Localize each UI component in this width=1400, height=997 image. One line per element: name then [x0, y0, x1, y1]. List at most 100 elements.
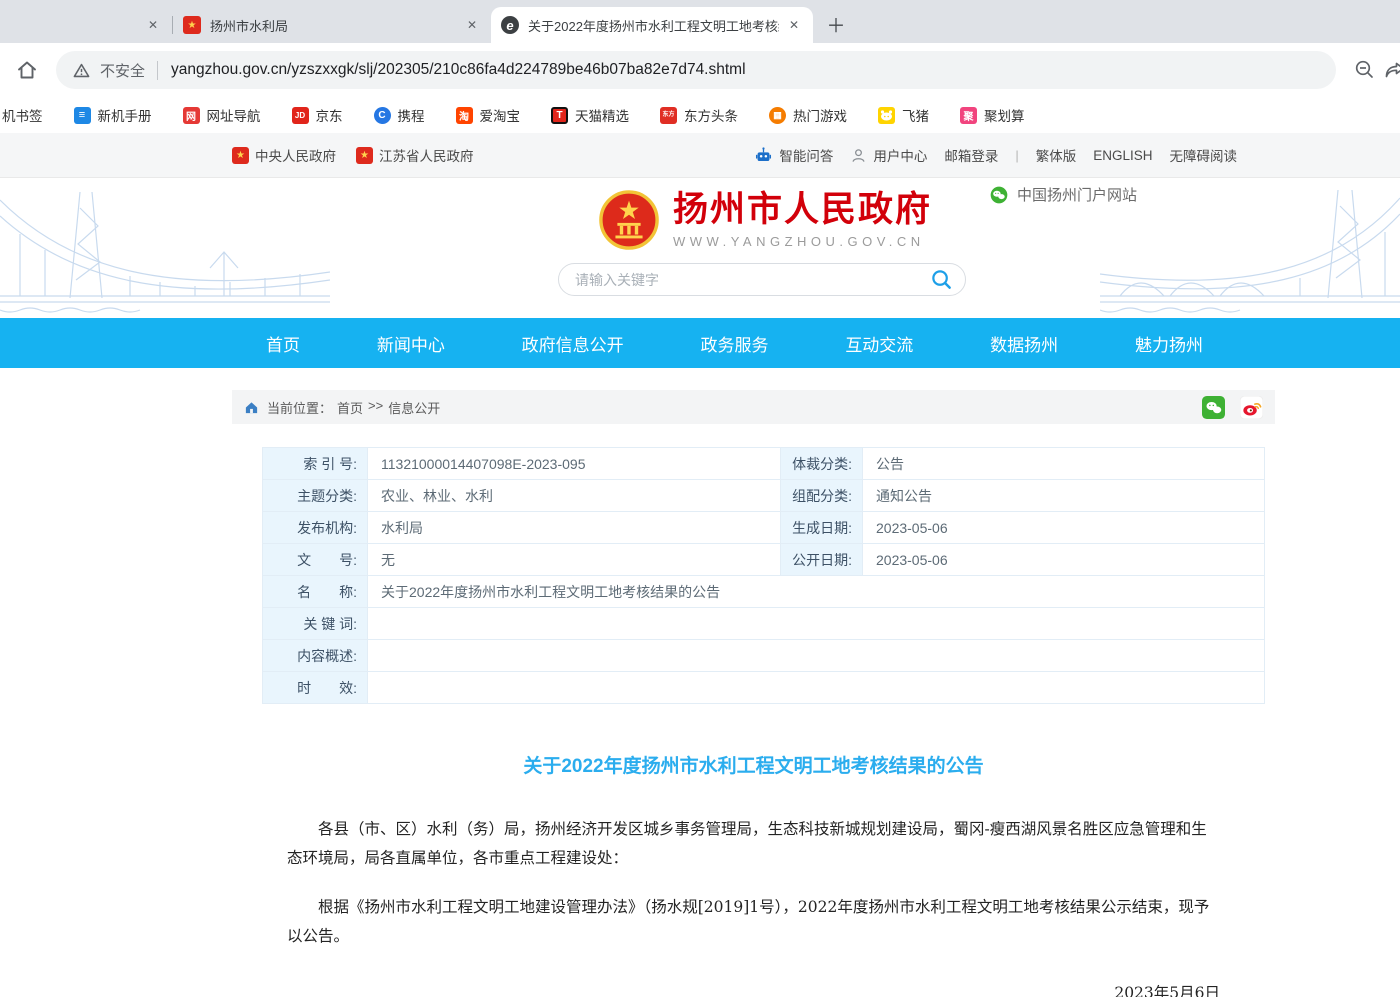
link-traditional[interactable]: 繁体版	[1036, 145, 1077, 165]
meta-value	[368, 608, 1265, 640]
toutiao-icon: 东方	[660, 107, 677, 124]
tab-yangzhou-water-bureau[interactable]: ★ 扬州市水利局 ✕	[173, 7, 491, 43]
bookmark-tmall[interactable]: T 天猫精选	[551, 105, 629, 125]
address-bar[interactable]: 不安全 yangzhou.gov.cn/yzszxxgk/slj/202305/…	[56, 51, 1336, 89]
search-icon[interactable]	[930, 268, 953, 291]
bookmark-fliggy[interactable]: 飞猪	[878, 105, 929, 125]
meta-label: 内容概述:	[263, 640, 368, 672]
meta-value: 通知公告	[863, 480, 1265, 512]
gov-emblem-favicon: ★	[183, 16, 201, 34]
taobao-icon: 淘	[456, 107, 473, 124]
document-meta-table: 索 引 号: 11321000014407098E-2023-095 体裁分类:…	[262, 447, 1265, 704]
table-row: 内容概述:	[263, 640, 1265, 672]
link-jiangsu-gov[interactable]: ★ 江苏省人民政府	[356, 145, 474, 165]
table-row: 索 引 号: 11321000014407098E-2023-095 体裁分类:…	[263, 448, 1265, 480]
gov-emblem-icon: ★	[232, 147, 249, 164]
gov-emblem-icon: ★	[356, 147, 373, 164]
meta-value	[368, 672, 1265, 704]
table-row: 时 效:	[263, 672, 1265, 704]
site-url-caption: WWW.YANGZHOU.GOV.CN	[673, 234, 932, 249]
close-icon[interactable]: ✕	[144, 16, 162, 34]
link-english[interactable]: ENGLISH	[1093, 148, 1152, 163]
meta-label: 时 效:	[263, 672, 368, 704]
security-label[interactable]: 不安全	[100, 60, 145, 81]
breadcrumb-home-link[interactable]: 首页	[337, 398, 363, 417]
nav-item-news[interactable]: 新闻中心	[377, 331, 445, 356]
share-icon[interactable]	[1380, 55, 1400, 85]
meta-label: 组配分类:	[781, 480, 863, 512]
nav-item-gov-info[interactable]: 政府信息公开	[522, 331, 624, 356]
meta-value: 农业、林业、水利	[368, 480, 781, 512]
bookmark-juhuasuan[interactable]: 聚 聚划算	[960, 105, 1025, 125]
tab-title: 关于2022年度扬州市水利工程文明工地考核结果的公告	[528, 16, 779, 35]
portal-link[interactable]: 中国扬州门户网站	[989, 184, 1137, 205]
share-weibo-icon[interactable]	[1240, 396, 1263, 419]
divider: |	[1015, 148, 1018, 163]
home-icon[interactable]	[12, 55, 42, 85]
breadcrumb-label: 当前位置：	[267, 398, 332, 417]
zoom-out-icon[interactable]	[1350, 55, 1380, 85]
bookmarks-bar: 机书签 ≡ 新机手册 网 网址导航 JD 京东 C 携程 淘 爱淘宝 T 天猫精…	[0, 97, 1400, 133]
close-icon[interactable]: ✕	[463, 16, 481, 34]
ctrip-icon: C	[374, 107, 391, 124]
new-tab-button[interactable]: ＋	[821, 9, 851, 39]
bookmark-games[interactable]: ▦ 热门游戏	[769, 105, 847, 125]
nav-item-home[interactable]: 首页	[266, 331, 300, 356]
url-nav-icon: 网	[183, 107, 200, 124]
nav-item-data[interactable]: 数据扬州	[990, 331, 1058, 356]
link-user-center[interactable]: 用户中心	[850, 145, 927, 165]
meta-value	[368, 640, 1265, 672]
tab-active-announcement[interactable]: e 关于2022年度扬州市水利工程文明工地考核结果的公告 ✕	[491, 7, 813, 43]
table-row: 名 称: 关于2022年度扬州市水利工程文明工地考核结果的公告	[263, 576, 1265, 608]
bookmark-taobao[interactable]: 淘 爱淘宝	[456, 105, 521, 125]
bookmark-url-nav[interactable]: 网 网址导航	[183, 105, 261, 125]
site-title: 扬州市人民政府	[673, 191, 932, 230]
nav-item-services[interactable]: 政务服务	[700, 331, 768, 356]
meta-value: 11321000014407098E-2023-095	[368, 448, 781, 480]
bookmark-toutiao[interactable]: 东方 东方头条	[660, 105, 738, 125]
article-paragraph: 各县（市、区）水利（务）局，扬州经济开发区城乡事务管理局，生态科技新城规划建设局…	[287, 815, 1220, 872]
site-header: 扬州市人民政府 WWW.YANGZHOU.GOV.CN 中国扬州门户网站	[0, 178, 1400, 318]
meta-value: 2023-05-06	[863, 544, 1265, 576]
nav-item-charm[interactable]: 魅力扬州	[1135, 331, 1203, 356]
user-icon	[850, 147, 867, 164]
browser-toolbar: 不安全 yangzhou.gov.cn/yzszxxgk/slj/202305/…	[0, 43, 1400, 97]
article-paragraph: 根据《扬州市水利工程文明工地建设管理办法》（扬水规[2019]1号），2022年…	[287, 893, 1220, 950]
meta-value: 2023-05-06	[863, 512, 1265, 544]
bookmark-jd[interactable]: JD 京东	[292, 105, 343, 125]
url-divider	[157, 61, 158, 80]
nav-item-interaction[interactable]: 互动交流	[845, 331, 913, 356]
breadcrumb-separator: >>	[368, 398, 383, 417]
meta-label: 公开日期:	[781, 544, 863, 576]
bookmark-ctrip[interactable]: C 携程	[374, 105, 425, 125]
robot-icon	[754, 146, 773, 165]
meta-value: 公告	[863, 448, 1265, 480]
breadcrumb-current[interactable]: 信息公开	[388, 398, 440, 417]
url-text[interactable]: yangzhou.gov.cn/yzszxxgk/slj/202305/210c…	[171, 61, 746, 79]
close-icon[interactable]: ✕	[785, 16, 803, 34]
juhuasuan-icon: 聚	[960, 107, 977, 124]
site-search	[558, 263, 966, 296]
bookmark-manual[interactable]: ≡ 新机手册	[74, 105, 152, 125]
link-mail-login[interactable]: 邮箱登录	[944, 145, 998, 165]
fliggy-pig-icon	[878, 107, 895, 124]
site-logo[interactable]: 扬州市人民政府 WWW.YANGZHOU.GOV.CN	[598, 189, 932, 251]
table-row: 文 号: 无 公开日期: 2023-05-06	[263, 544, 1265, 576]
search-input[interactable]	[575, 272, 930, 288]
meta-label: 文 号:	[263, 544, 368, 576]
article-date: 2023年5月6日	[287, 981, 1220, 997]
link-smart-qa[interactable]: 智能问答	[754, 145, 833, 165]
home-icon[interactable]	[244, 400, 259, 415]
share-wechat-icon[interactable]	[1202, 396, 1225, 419]
meta-value: 水利局	[368, 512, 781, 544]
warning-icon	[72, 61, 91, 80]
meta-label: 名 称:	[263, 576, 368, 608]
tab-cropped[interactable]: ✕	[0, 7, 172, 43]
meta-label: 索 引 号:	[263, 448, 368, 480]
wechat-icon	[989, 185, 1009, 205]
meta-label: 主题分类:	[263, 480, 368, 512]
bookmark-phone-cropped[interactable]: 机书签	[2, 105, 43, 125]
link-central-gov[interactable]: ★ 中央人民政府	[232, 145, 336, 165]
link-accessibility[interactable]: 无障碍阅读	[1170, 145, 1238, 165]
breadcrumb: 当前位置： 首页 >> 信息公开	[232, 390, 1275, 424]
